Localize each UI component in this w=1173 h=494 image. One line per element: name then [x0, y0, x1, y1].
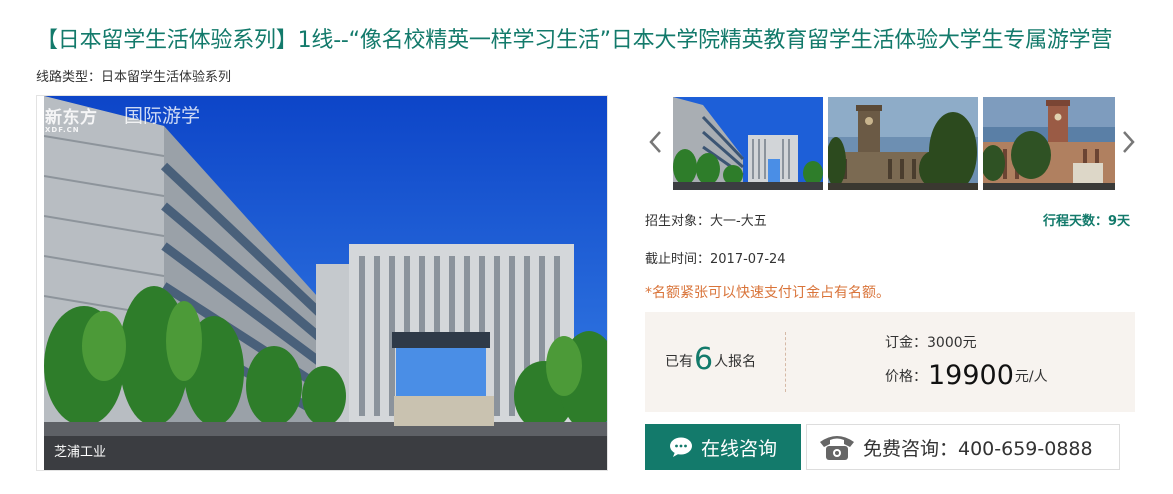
- booked-count: 已有6人报名: [665, 342, 757, 377]
- photo-caption: 芝浦工业: [54, 445, 107, 460]
- route-type-label: 线路类型：日本留学生活体验系列: [36, 70, 232, 85]
- phone-consult-label: 免费咨询：400-659-0888: [863, 437, 1093, 460]
- deadline: 截止时间：2017-07-24: [645, 252, 786, 267]
- brand-logo: 新东方 XDF.CN: [45, 108, 98, 134]
- telephone-icon: [817, 432, 857, 462]
- chat-bubble-icon: [669, 436, 693, 458]
- deposit-amount: 订金：3000元: [885, 335, 977, 351]
- thumbnail-red-brick-tower[interactable]: [983, 97, 1115, 190]
- chevron-left-icon[interactable]: [648, 127, 664, 157]
- divider: [785, 332, 786, 392]
- price-amount: 价格：19900元/人: [885, 360, 1048, 391]
- thumbnail-clock-tower-hall[interactable]: [828, 97, 978, 190]
- page-title: 【日本留学生活体验系列】1线--“像名校精英一样学习生活”日本大学院精英教育留学…: [36, 28, 1113, 53]
- free-phone-consult[interactable]: 免费咨询：400-659-0888: [806, 424, 1120, 470]
- main-photo: [36, 95, 608, 471]
- trip-days: 行程天数：9天: [1043, 214, 1131, 229]
- online-consult-button[interactable]: 在线咨询: [645, 424, 801, 470]
- online-consult-label: 在线咨询: [700, 437, 777, 460]
- chevron-right-icon[interactable]: [1120, 127, 1136, 157]
- notice-text: *名额紧张可以快速支付订金占有名额。: [645, 285, 890, 301]
- price-panel: 已有6人报名 订金：3000元 价格：19900元/人: [645, 312, 1135, 412]
- recruit-target: 招生对象：大一-大五: [645, 214, 767, 229]
- thumbnail-carousel: [648, 97, 1138, 191]
- brand-logo-text: 国际游学: [124, 105, 201, 127]
- thumbnail-campus-building[interactable]: [673, 97, 823, 190]
